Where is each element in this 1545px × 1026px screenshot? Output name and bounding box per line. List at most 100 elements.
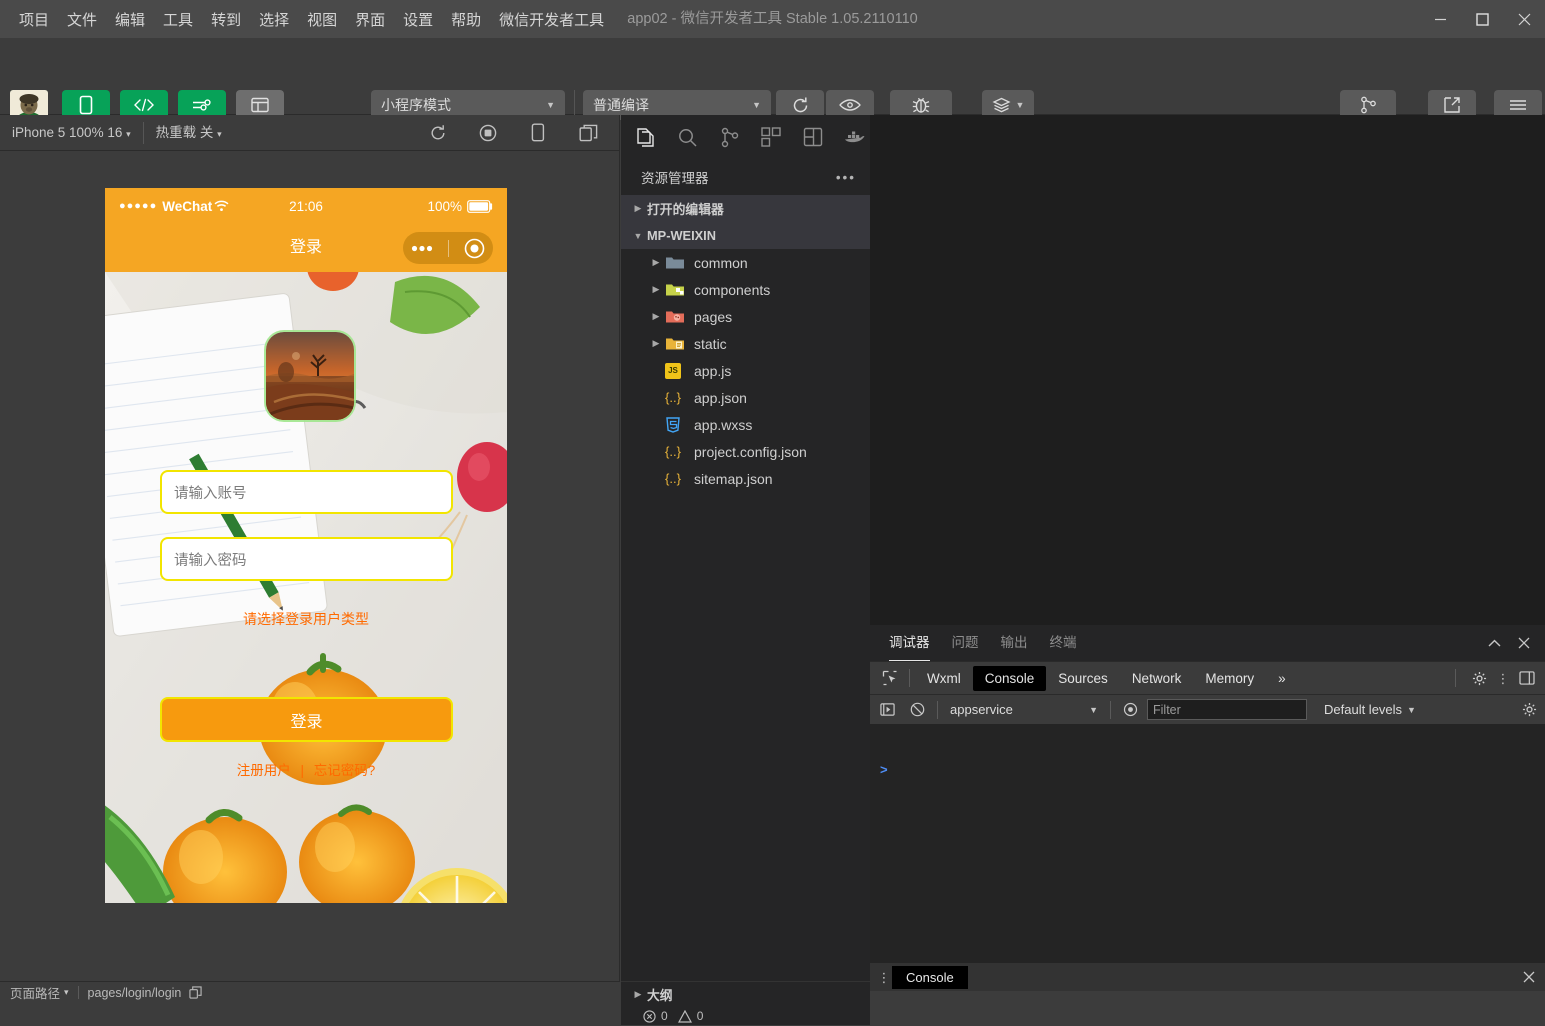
console-prompt-chevron: > [880,762,888,777]
tab-debugger[interactable]: 调试器 [878,625,941,661]
tree-item-pages[interactable]: ▶ pages [621,303,870,330]
maximize-icon[interactable] [1461,0,1503,38]
menu-item-help[interactable]: 帮助 [442,5,490,34]
phone-simulator[interactable]: ●●●●● WeChat 21:06 100% 登录 请输入账号 请输入密码 请… [105,188,507,903]
more-icon[interactable]: ••• [836,170,856,185]
extensions-icon[interactable] [756,121,786,153]
tree-item-sitemap[interactable]: {..} sitemap.json [621,465,870,492]
minimize-icon[interactable] [1419,0,1461,38]
target-icon[interactable] [464,238,485,259]
console-filter-input[interactable]: Filter [1147,699,1307,720]
tab-problems[interactable]: 问题 [941,625,990,661]
simulator-multi-window-icon[interactable] [570,115,606,151]
devtools-tab-memory[interactable]: Memory [1193,666,1266,691]
chevron-down-icon[interactable]: ▾ [64,987,69,998]
devtools-bottom-strip [870,991,1545,1025]
login-button[interactable]: 登录 [160,697,453,742]
outline-header[interactable]: ▶ 大纲 [621,982,870,1006]
chevron-down-icon: ▼ [1015,100,1025,110]
search-icon[interactable] [673,121,703,153]
console-output[interactable]: > [870,754,1545,963]
menu-item-select[interactable]: 选择 [250,5,298,34]
tree-item-app-wxss[interactable]: app.wxss [621,411,870,438]
chevron-down-icon: ▾ [126,128,131,139]
warning-icon [677,1009,692,1023]
close-icon[interactable] [1511,630,1537,656]
console-settings-gear-icon[interactable] [1516,697,1543,723]
simulator-rotate-device-icon[interactable] [520,115,556,151]
chevron-right-icon: ▶ [652,257,660,267]
console-levels-select[interactable]: Default levels ▼ [1324,702,1416,717]
devtools-tab-network[interactable]: Network [1120,666,1194,691]
chevron-up-icon[interactable] [1481,630,1507,656]
simulator-refresh-icon[interactable] [420,115,456,151]
inspect-element-icon[interactable] [876,665,904,691]
status-time: 21:06 [289,198,323,214]
menu-item-devtools[interactable]: 微信开发者工具 [490,5,613,34]
tree-item-project-config[interactable]: {..} project.config.json [621,438,870,465]
project-root[interactable]: ▼ MP-WEIXIN [621,222,870,249]
tree-item-common[interactable]: ▶ common [621,249,870,276]
tree-item-app-json[interactable]: {..} app.json [621,384,870,411]
problems-status[interactable]: 0 0 [621,1006,870,1026]
devtools-tab-wxml[interactable]: Wxml [915,666,973,691]
tree-item-label: sitemap.json [694,470,773,487]
more-dots-icon[interactable] [411,245,433,252]
panel-actions [1481,630,1537,656]
kebab-menu-icon[interactable]: ⋮ [1495,665,1511,691]
folder-icon [665,255,687,271]
save-all-icon[interactable] [798,121,828,153]
window-controls [1419,0,1545,38]
wechat-capsule[interactable] [403,232,493,264]
simulator-record-icon[interactable] [470,115,506,151]
menu-item-edit[interactable]: 编辑 [106,5,154,34]
console-context-select[interactable]: appservice ▼ [944,702,1104,717]
open-editors-section[interactable]: ▶ 打开的编辑器 [621,195,870,222]
register-link[interactable]: 注册用户 [237,763,291,778]
hot-reload-select[interactable]: 热重载 关 ▾ [144,115,234,151]
json-file-icon: {..} [665,443,681,459]
menu-item-settings[interactable]: 设置 [394,5,442,34]
console-divider [937,700,938,719]
account-input[interactable]: 请输入账号 [160,470,453,514]
tree-item-static[interactable]: ▶ static [621,330,870,357]
devtools-tab-sources[interactable]: Sources [1046,666,1120,691]
gear-icon[interactable] [1465,665,1493,691]
menu-item-goto[interactable]: 转到 [202,5,250,34]
docker-icon[interactable] [840,121,870,153]
app-logo[interactable] [266,332,354,420]
menu-item-project[interactable]: 项目 [10,5,58,34]
mobile-nav-bar: 登录 [105,224,507,272]
tab-terminal[interactable]: 终端 [1039,625,1088,661]
device-select[interactable]: iPhone 5 100% 16 ▾ [0,115,143,151]
tree-item-app-js[interactable]: JS app.js [621,357,870,384]
hot-reload-value: 热重载 关 [155,124,214,140]
copy-icon[interactable] [189,986,203,999]
password-input[interactable]: 请输入密码 [160,537,453,581]
menu-item-tools[interactable]: 工具 [154,5,202,34]
tree-item-components[interactable]: ▶ components [621,276,870,303]
tab-output[interactable]: 输出 [990,625,1039,661]
dock-side-icon[interactable] [1513,665,1541,691]
clear-console-icon[interactable] [904,697,931,723]
close-icon[interactable] [1503,0,1545,38]
console-prompt[interactable]: > [870,754,1545,785]
menu-item-view[interactable]: 视图 [298,5,346,34]
kebab-menu-icon[interactable]: ⋮ [876,971,892,984]
close-icon[interactable] [1523,971,1535,983]
devtools-more-tabs[interactable]: » [1266,666,1298,691]
tree-item-label: app.js [694,362,732,379]
source-control-icon[interactable] [715,121,745,153]
files-icon[interactable] [631,121,661,153]
explorer-header: 资源管理器 ••• [621,159,870,195]
devtools-tab-console[interactable]: Console [972,665,1047,691]
menu-item-ui[interactable]: 界面 [346,5,394,34]
chevron-down-icon: ▼ [633,230,643,241]
drawer-tab-console[interactable]: Console [892,965,968,989]
live-expression-icon[interactable] [1117,697,1144,723]
menu-item-file[interactable]: 文件 [58,5,106,34]
run-icon[interactable] [874,697,901,723]
folder-icon [665,282,687,298]
forgot-password-link[interactable]: 忘记密码? [314,763,376,778]
device-select-value: iPhone 5 100% 16 [12,124,123,140]
